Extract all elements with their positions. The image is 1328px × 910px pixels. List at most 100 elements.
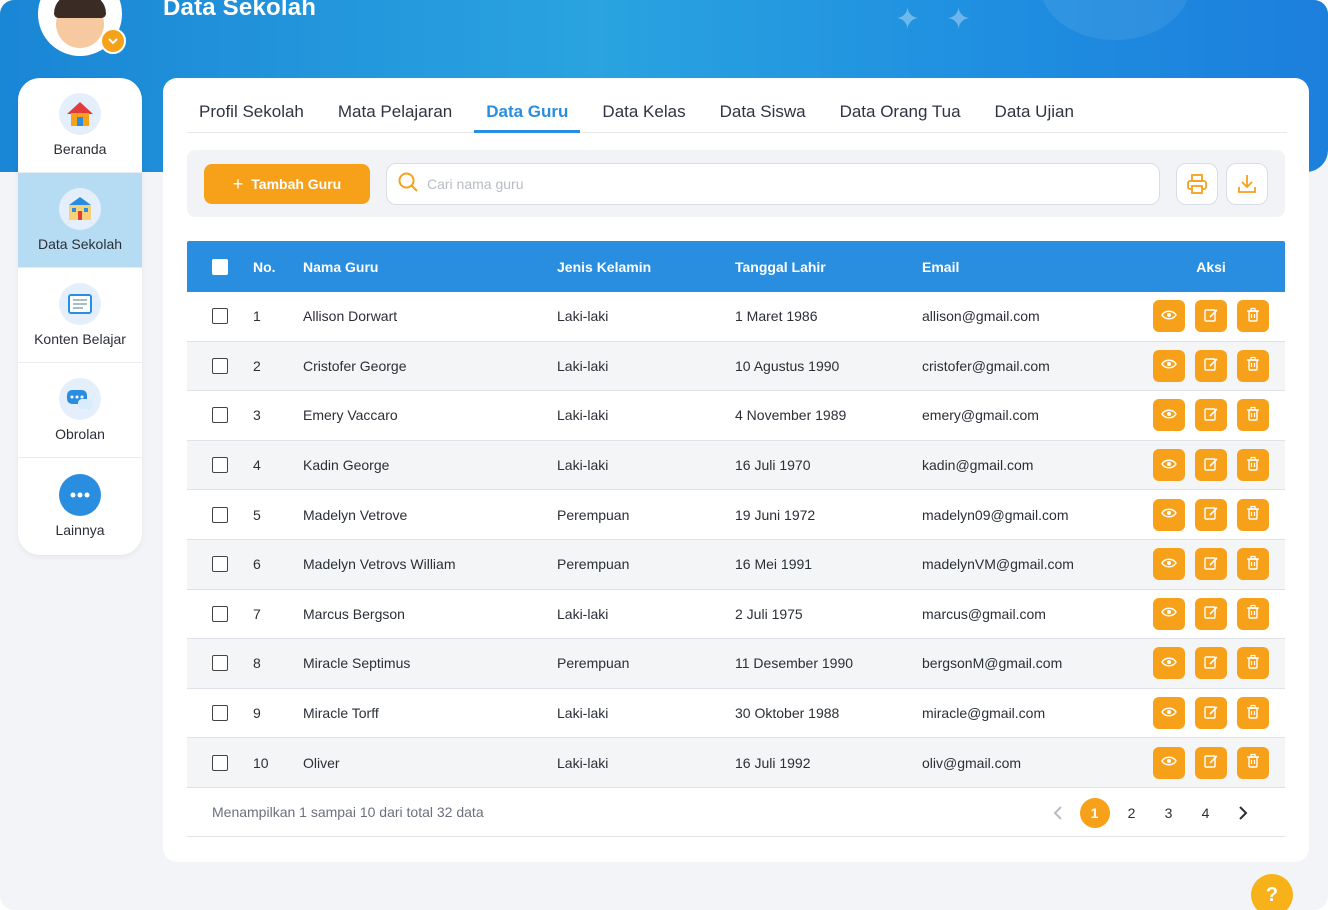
delete-button[interactable] — [1237, 300, 1269, 333]
edit-button[interactable] — [1195, 349, 1227, 382]
table-row: 1 Allison Dorwart Laki-laki 1 Maret 1986 all… — [187, 292, 1285, 342]
view-button[interactable] — [1153, 449, 1185, 482]
page-1-button[interactable]: 1 — [1076, 798, 1113, 828]
select-all-checkbox[interactable] — [212, 258, 228, 275]
edit-button[interactable] — [1195, 399, 1227, 432]
cell-gender: Laki-laki — [557, 605, 609, 622]
tab-mata-pelajaran[interactable]: Mata Pelajaran — [326, 102, 464, 132]
table-footer: Menampilkan 1 sampai 10 dari total 32 da… — [187, 788, 1285, 837]
view-button[interactable] — [1153, 647, 1185, 680]
cell-no: 2 — [253, 357, 261, 374]
page-title: Data Sekolah — [163, 0, 317, 21]
tab-data-orang-tua[interactable]: Data Orang Tua — [828, 102, 973, 132]
search-icon — [397, 171, 419, 198]
edit-icon — [1203, 704, 1219, 723]
more-icon — [59, 473, 101, 516]
page-4-button[interactable]: 4 — [1187, 798, 1224, 828]
cell-dob: 10 Agustus 1990 — [735, 357, 840, 374]
chevron-down-icon[interactable] — [100, 28, 126, 54]
view-button[interactable] — [1153, 349, 1185, 382]
row-checkbox[interactable] — [212, 754, 228, 771]
plus-icon: + — [232, 173, 244, 194]
tab-data-siswa[interactable]: Data Siswa — [708, 102, 818, 132]
trash-icon — [1245, 753, 1261, 772]
view-button[interactable] — [1153, 498, 1185, 531]
edit-button[interactable] — [1195, 498, 1227, 531]
sidebar-item-obrolan[interactable]: Obrolan — [18, 363, 142, 458]
delete-button[interactable] — [1237, 548, 1269, 581]
edit-button[interactable] — [1195, 597, 1227, 630]
search-input[interactable] — [427, 176, 1127, 192]
cell-gender: Laki-laki — [557, 705, 609, 722]
view-button[interactable] — [1153, 697, 1185, 730]
download-button[interactable] — [1226, 163, 1268, 205]
pagination-info: Menampilkan 1 sampai 10 dari total 32 da… — [212, 804, 484, 820]
cell-email: madelyn09@gmail.com — [922, 506, 1069, 523]
cell-gender: Perempuan — [557, 506, 630, 523]
row-checkbox[interactable] — [212, 705, 228, 722]
tab-data-guru[interactable]: Data Guru — [474, 102, 581, 133]
eye-icon — [1161, 356, 1177, 375]
cell-name: Miracle Torff — [303, 705, 379, 722]
delete-button[interactable] — [1237, 399, 1269, 432]
help-button[interactable]: ? — [1251, 874, 1293, 910]
row-checkbox[interactable] — [212, 308, 228, 325]
view-button[interactable] — [1153, 300, 1185, 333]
eye-icon — [1161, 406, 1177, 425]
prev-page-button[interactable] — [1039, 798, 1076, 828]
sidebar-item-beranda[interactable]: Beranda — [18, 78, 142, 173]
view-button[interactable] — [1153, 746, 1185, 779]
sidebar-item-konten-belajar[interactable]: Konten Belajar — [18, 268, 142, 363]
page-3-button[interactable]: 3 — [1150, 798, 1187, 828]
cell-no: 4 — [253, 457, 261, 474]
delete-button[interactable] — [1237, 746, 1269, 779]
edit-button[interactable] — [1195, 647, 1227, 680]
tab-data-ujian[interactable]: Data Ujian — [983, 102, 1086, 132]
print-button[interactable] — [1176, 163, 1218, 205]
edit-button[interactable] — [1195, 548, 1227, 581]
row-checkbox[interactable] — [212, 605, 228, 622]
cell-email: marcus@gmail.com — [922, 605, 1046, 622]
delete-button[interactable] — [1237, 647, 1269, 680]
tab-profil-sekolah[interactable]: Profil Sekolah — [187, 102, 316, 132]
cell-gender: Perempuan — [557, 556, 630, 573]
next-page-button[interactable] — [1224, 798, 1261, 828]
avatar-hair — [54, 0, 106, 18]
edit-button[interactable] — [1195, 449, 1227, 482]
edit-button[interactable] — [1195, 697, 1227, 730]
cell-dob: 16 Juli 1992 — [735, 754, 811, 771]
cell-name: Emery Vaccaro — [303, 407, 398, 424]
trash-icon — [1245, 307, 1261, 326]
row-checkbox[interactable] — [212, 556, 228, 573]
view-button[interactable] — [1153, 597, 1185, 630]
delete-button[interactable] — [1237, 498, 1269, 531]
cell-no: 10 — [253, 754, 269, 771]
toolbar: + Tambah Guru — [187, 150, 1285, 217]
row-checkbox[interactable] — [212, 655, 228, 672]
sidebar-item-data-sekolah[interactable]: Data Sekolah — [18, 173, 142, 268]
edit-button[interactable] — [1195, 746, 1227, 779]
edit-icon — [1203, 505, 1219, 524]
header-name: Nama Guru — [303, 258, 379, 275]
delete-button[interactable] — [1237, 597, 1269, 630]
view-button[interactable] — [1153, 548, 1185, 581]
page-2-button[interactable]: 2 — [1113, 798, 1150, 828]
row-checkbox[interactable] — [212, 357, 228, 374]
view-button[interactable] — [1153, 399, 1185, 432]
cell-name: Madelyn Vetrovs William — [303, 556, 456, 573]
edit-button[interactable] — [1195, 300, 1227, 333]
row-checkbox[interactable] — [212, 407, 228, 424]
edit-icon — [1203, 555, 1219, 574]
cell-name: Marcus Bergson — [303, 605, 405, 622]
cell-gender: Laki-laki — [557, 357, 609, 374]
delete-button[interactable] — [1237, 349, 1269, 382]
delete-button[interactable] — [1237, 449, 1269, 482]
cell-gender: Perempuan — [557, 655, 630, 672]
delete-button[interactable] — [1237, 697, 1269, 730]
sidebar-item-lainnya[interactable]: Lainnya — [18, 458, 142, 553]
row-checkbox[interactable] — [212, 457, 228, 474]
row-checkbox[interactable] — [212, 506, 228, 523]
tab-data-kelas[interactable]: Data Kelas — [590, 102, 697, 132]
add-teacher-button[interactable]: + Tambah Guru — [204, 164, 370, 204]
trash-icon — [1245, 604, 1261, 623]
